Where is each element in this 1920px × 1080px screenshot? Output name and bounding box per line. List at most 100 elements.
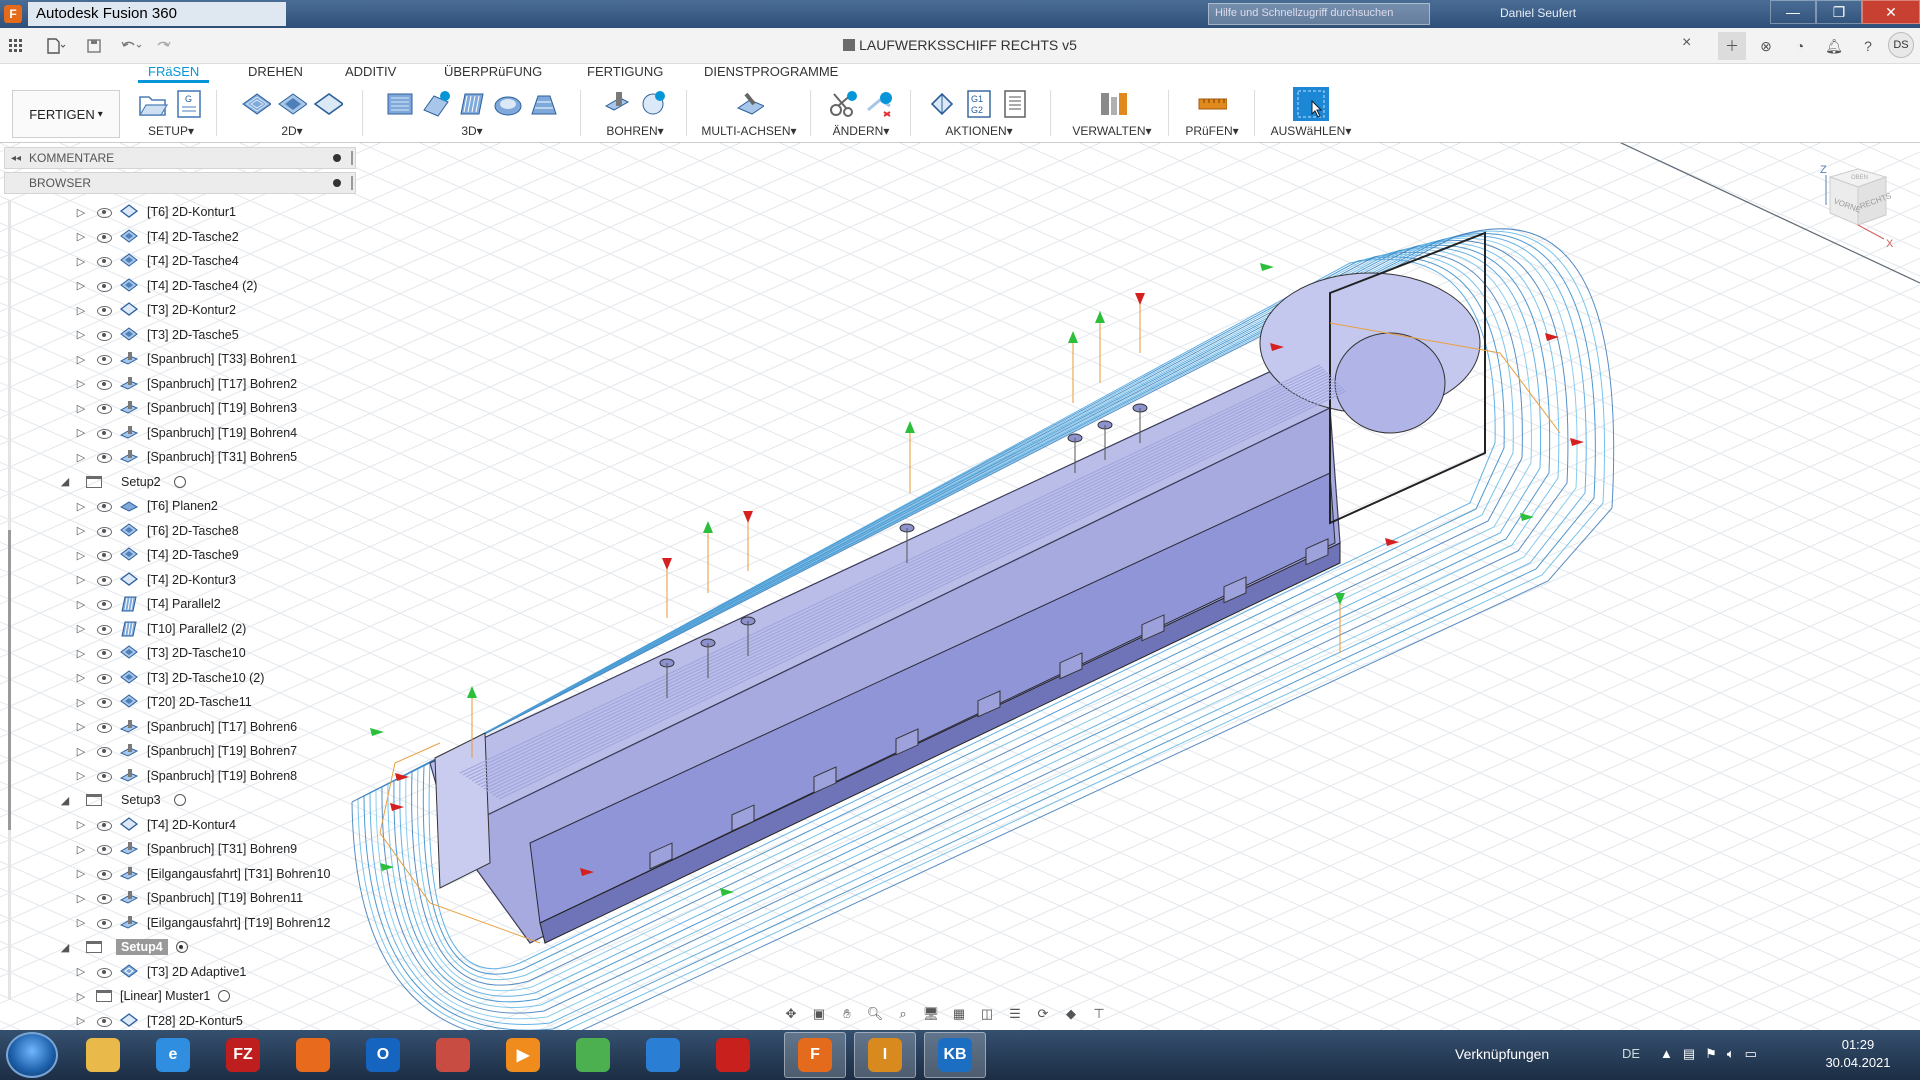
save-icon[interactable] (80, 32, 108, 60)
modify-scissors-icon[interactable] (828, 89, 858, 119)
group-label-pruefen[interactable]: PRüFEN (1185, 124, 1232, 138)
display-tray-icon[interactable]: ▭ (1745, 1046, 1757, 1062)
group-label-verwalten[interactable]: VERWALTEN (1072, 124, 1145, 138)
expand-triangle-icon[interactable]: ▷ (74, 499, 88, 513)
visibility-eye-icon[interactable] (96, 819, 112, 831)
tree-operation-row[interactable]: ▷ [T4] 2D-Tasche9 (74, 543, 239, 567)
visibility-eye-icon[interactable] (96, 378, 112, 390)
effects-icon[interactable]: ◆ (1060, 1004, 1082, 1024)
browser-scrollbar[interactable] (8, 200, 11, 1000)
tree-operation-row[interactable]: ▷ [Spanbruch] [T17] Bohren2 (74, 372, 297, 396)
redo-icon[interactable] (150, 32, 178, 60)
collapse-triangle-icon[interactable]: ◢ (58, 940, 72, 954)
expand-triangle-icon[interactable]: ▷ (74, 671, 88, 685)
group-label-multi-achsen[interactable]: MULTI-ACHSEN (701, 124, 790, 138)
group-label-setup[interactable]: SETUP (148, 124, 188, 138)
tab-ueberpruefung[interactable]: ÜBERPRüFUNG (444, 64, 542, 79)
visibility-eye-icon[interactable] (96, 329, 112, 341)
collapse-triangle-icon[interactable]: ◢ (58, 793, 72, 807)
taskbar-links-toolbar[interactable]: Verknüpfungen (1455, 1046, 1549, 1062)
visibility-eye-icon[interactable] (96, 500, 112, 512)
visibility-eye-icon[interactable] (96, 206, 112, 218)
orbit-move-icon[interactable]: ✥ (780, 1004, 802, 1024)
tree-operation-row[interactable]: ▷ [T3] 2D-Kontur2 (74, 298, 236, 322)
visibility-eye-icon[interactable] (96, 353, 112, 365)
notifications-bell-icon[interactable]: 🔔︎ (1820, 32, 1848, 60)
taskbar-app-chrome[interactable] (562, 1032, 624, 1078)
visibility-eye-icon[interactable] (96, 402, 112, 414)
simulate-icon[interactable] (928, 89, 958, 119)
expand-triangle-icon[interactable]: ▷ (74, 401, 88, 415)
start-button[interactable] (6, 1032, 58, 1078)
taskbar-app-inventor[interactable]: I (854, 1032, 916, 1078)
visibility-eye-icon[interactable] (96, 745, 112, 757)
setup-sheet-icon[interactable]: G (174, 89, 204, 119)
activate-setup-radio[interactable] (173, 794, 186, 806)
document-title[interactable]: LAUFWERKSSCHIFF RECHTS v5 (859, 37, 1077, 53)
tree-setup-row[interactable]: ◢ Setup4 (58, 935, 188, 959)
taskbar-app-app-red[interactable] (422, 1032, 484, 1078)
system-clock[interactable]: 01:29 30.04.2021 (1810, 1036, 1906, 1072)
visibility-eye-icon[interactable] (96, 672, 112, 684)
visibility-eye-icon[interactable] (96, 451, 112, 463)
expand-triangle-icon[interactable]: ▷ (74, 450, 88, 464)
taskbar-app-media-player[interactable]: ▶ (492, 1032, 554, 1078)
taskbar-app-outlook[interactable]: O (352, 1032, 414, 1078)
expand-triangle-icon[interactable]: ▷ (74, 818, 88, 832)
2d-contour-icon[interactable] (313, 89, 343, 119)
group-label-aktionen[interactable]: AKTIONEN (945, 124, 1006, 138)
display-settings-icon[interactable]: 🖥︎ (920, 1004, 942, 1024)
tree-operation-row[interactable]: ▷ [Spanbruch] [T19] Bohren7 (74, 739, 297, 763)
expand-triangle-icon[interactable]: ▷ (74, 328, 88, 342)
tray-expand-icon[interactable]: ▲ (1660, 1046, 1673, 1062)
tree-pattern-row[interactable]: ▷ [Linear] Muster1 (74, 984, 231, 1008)
expand-triangle-icon[interactable]: ▷ (74, 622, 88, 636)
setup-folder-icon[interactable] (138, 89, 168, 119)
visibility-eye-icon[interactable] (96, 280, 112, 292)
expand-triangle-icon[interactable]: ▷ (74, 524, 88, 538)
viewcube[interactable]: Z OBEN VORNE RECHTS X (1818, 164, 1900, 255)
activate-pattern-radio[interactable] (218, 990, 231, 1002)
tree-operation-row[interactable]: ▷ [T4] Parallel2 (74, 592, 221, 616)
collapse-triangle-icon[interactable]: ◢ (58, 475, 72, 489)
3d-scallop-icon[interactable] (493, 89, 523, 119)
taskbar-app-filezilla[interactable]: FZ (212, 1032, 274, 1078)
tree-operation-row[interactable]: ▷ [T4] 2D-Tasche4 (2) (74, 274, 257, 298)
3d-contour-icon[interactable] (529, 89, 559, 119)
tree-operation-row[interactable]: ▷ [Spanbruch] [T31] Bohren5 (74, 445, 297, 469)
tree-setup-row[interactable]: ◢ Setup2 (58, 470, 186, 494)
expand-triangle-icon[interactable]: ▷ (74, 597, 88, 611)
tree-operation-row[interactable]: ▷ [T6] Planen2 (74, 494, 218, 518)
visibility-eye-icon[interactable] (96, 892, 112, 904)
tree-operation-row[interactable]: ▷ [T4] 2D-Kontur4 (74, 813, 236, 837)
expand-triangle-icon[interactable]: ▷ (74, 965, 88, 979)
visibility-eye-icon[interactable] (96, 255, 112, 267)
tree-operation-row[interactable]: ▷ [Eilgangausfahrt] [T31] Bohren10 (74, 862, 330, 886)
browser-panel-header[interactable]: BROWSER (4, 172, 356, 194)
volume-icon[interactable]: 🔈︎ (1727, 1046, 1735, 1062)
comments-toggle-icon[interactable] (333, 154, 341, 162)
expand-triangle-icon[interactable]: ▷ (74, 891, 88, 905)
post-process-icon[interactable]: G1 G2 (964, 89, 994, 119)
tree-operation-row[interactable]: ▷ [Spanbruch] [T31] Bohren9 (74, 837, 297, 861)
job-status-icon[interactable]: ◔ (1786, 32, 1814, 60)
tree-operation-row[interactable]: ▷ [T3] 2D Adaptive1 (74, 960, 246, 984)
activate-setup-radio[interactable] (173, 475, 186, 488)
group-label-2d[interactable]: 2D (281, 124, 296, 138)
visibility-eye-icon[interactable] (96, 917, 112, 929)
setup-sheet-doc-icon[interactable] (1000, 89, 1030, 119)
rotate-icon[interactable]: ⟳ (1032, 1004, 1054, 1024)
group-label-aendern[interactable]: ÄNDERN (833, 124, 884, 138)
tree-operation-row[interactable]: ▷ [T6] 2D-Tasche8 (74, 519, 239, 543)
action-center-flag-icon[interactable]: ⚑ (1705, 1046, 1717, 1062)
expand-triangle-icon[interactable]: ▷ (74, 279, 88, 293)
visibility-eye-icon[interactable] (96, 721, 112, 733)
undo-icon[interactable] (118, 32, 146, 60)
visibility-eye-icon[interactable] (96, 231, 112, 243)
workspace-switcher[interactable]: FERTIGEN ▾ (12, 90, 120, 138)
measure-icon[interactable] (1197, 89, 1227, 119)
expand-triangle-icon[interactable]: ▷ (74, 989, 88, 1003)
expand-triangle-icon[interactable]: ▷ (74, 352, 88, 366)
comments-panel-header[interactable]: ◂◂ KOMMENTARE (4, 147, 356, 169)
2d-pocket-icon[interactable] (277, 89, 307, 119)
